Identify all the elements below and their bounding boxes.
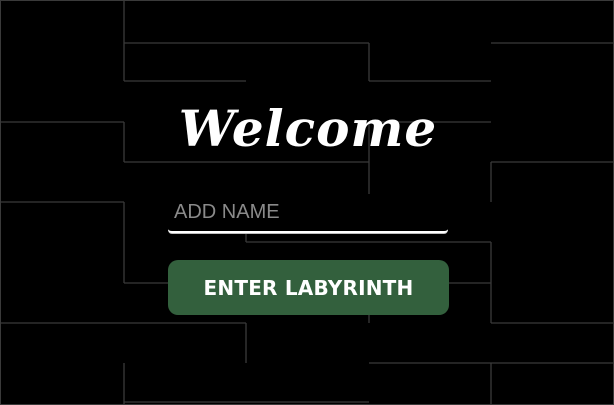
welcome-heading: Welcome	[178, 99, 438, 158]
name-input[interactable]	[168, 194, 448, 233]
login-screen: Welcome ENTER LABYRINTH	[0, 0, 614, 405]
enter-labyrinth-button[interactable]: ENTER LABYRINTH	[168, 260, 449, 315]
